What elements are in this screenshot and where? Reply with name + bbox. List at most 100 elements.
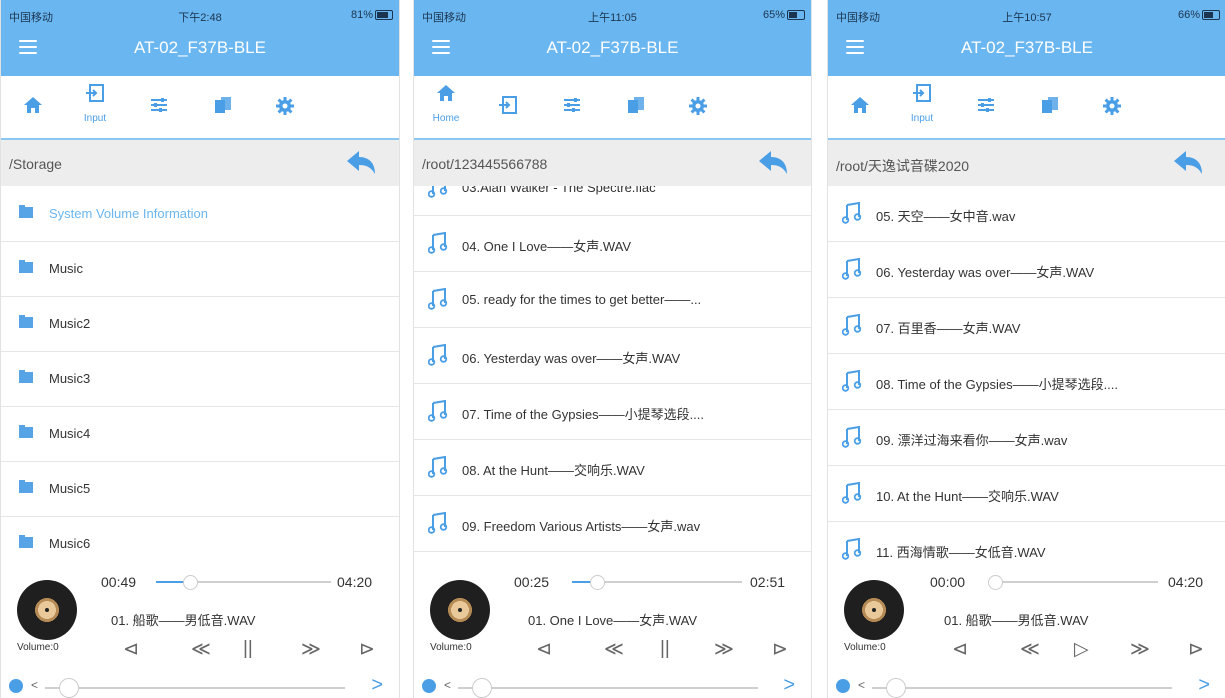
list-item[interactable]: 11. 西海情歌——女低音.WAV [828,522,1225,564]
progress-slider[interactable] [572,575,742,590]
current-path: /Storage [9,156,62,172]
music-note-icon [427,343,448,371]
tab-files[interactable] [1020,76,1080,138]
progress-knob[interactable] [183,575,198,590]
next-track-button[interactable]: ⊳ [772,638,788,661]
tab-equalizer[interactable] [542,76,602,138]
list-item[interactable]: 07. Time of the Gypsies——小提琴选段.... [414,384,811,440]
volume-knob[interactable] [472,678,492,698]
speaker-icon[interactable] [836,679,850,693]
speaker-icon[interactable] [9,679,23,693]
list-item-label: Music4 [49,426,91,441]
list-item[interactable]: 05. ready for the times to get better——.… [414,272,811,328]
total-time: 04:20 [337,574,373,590]
tab-home[interactable]: Home [416,76,476,138]
tab-files[interactable] [606,76,666,138]
list-item[interactable]: 09. 漂洋过海来看你——女声.wav [828,410,1225,466]
vinyl-disc-icon [844,580,904,640]
list-item[interactable]: Music6 [1,516,399,564]
list-item[interactable]: Music5 [1,461,399,517]
rewind-button[interactable]: ≪ [604,638,624,661]
volume-down-icon[interactable]: < [444,678,451,692]
tab-input[interactable]: Input [892,76,952,138]
tab-home[interactable] [3,76,63,138]
tab-equalizer[interactable] [956,76,1016,138]
progress-slider[interactable] [156,575,331,590]
current-path: /root/123445566788 [422,156,548,172]
volume-bar: < > [828,674,1225,698]
tab-input[interactable] [478,76,538,138]
current-time: 00:49 [101,574,137,590]
volume-knob[interactable] [59,678,79,698]
volume-up-icon[interactable]: > [1198,674,1210,697]
tab-gear[interactable] [255,76,315,138]
app-header: 中国移动 上午11:05 65% AT-02_F37B-BLE [414,0,811,76]
list-item[interactable]: Music3 [1,351,399,407]
volume-down-icon[interactable]: < [858,678,865,692]
list-item-label: 09. Freedom Various Artists——女声.wav [462,519,701,534]
tab-files[interactable] [193,76,253,138]
list-item[interactable]: 05. 天空——女中音.wav [828,186,1225,242]
back-arrow-icon[interactable] [757,150,789,181]
app-title: AT-02_F37B-BLE [961,38,1093,57]
play-button[interactable]: ▷ [1074,638,1089,661]
tab-gear[interactable] [668,76,728,138]
now-playing-title: 01. 船歌——男低音.WAV [944,613,1089,628]
list-item[interactable]: 04. One I Love——女声.WAV [414,216,811,272]
list-item[interactable]: Music2 [1,296,399,352]
list-item[interactable]: 08. Time of the Gypsies——小提琴选段.... [828,354,1225,410]
volume-up-icon[interactable]: > [371,674,383,697]
fast-forward-button[interactable]: ≫ [301,638,321,661]
next-track-button[interactable]: ⊳ [359,638,375,661]
progress-slider[interactable] [988,575,1158,590]
battery-icon [375,10,393,20]
list-item[interactable]: Music [1,241,399,297]
next-track-button[interactable]: ⊳ [1188,638,1204,661]
prev-track-button[interactable]: ⊲ [952,638,968,661]
volume-up-icon[interactable]: > [783,674,795,697]
list-item[interactable]: 07. 百里香——女声.WAV [828,298,1225,354]
music-note-icon [841,201,862,229]
progress-knob[interactable] [988,575,1003,590]
music-note-icon [427,287,448,315]
rewind-button[interactable]: ≪ [1020,638,1040,661]
volume-knob[interactable] [886,678,906,698]
music-player: Volume:0 00:49 04:20 01. 船歌——男低音.WAV ⊲ ≪… [1,564,399,698]
volume-slider[interactable] [458,687,758,689]
list-item[interactable]: Music4 [1,406,399,462]
list-item[interactable]: 10. At the Hunt——交响乐.WAV [828,466,1225,522]
path-bar: /Storage [1,140,399,186]
list-item-label: Music [49,261,83,276]
music-note-icon [427,455,448,483]
tab-equalizer[interactable] [129,76,189,138]
vinyl-disc-icon [430,580,490,640]
folder-icon [19,205,33,218]
folder-icon [19,480,33,493]
tab-home[interactable] [830,76,890,138]
list-item[interactable]: 06. Yesterday was over——女声.WAV [828,242,1225,298]
volume-slider[interactable] [45,687,345,689]
list-item[interactable]: 03.Alan Walker - The Spectre.flac [414,186,811,216]
list-item[interactable]: 09. Freedom Various Artists——女声.wav [414,496,811,552]
list-item-label: 04. One I Love——女声.WAV [462,239,632,254]
speaker-icon[interactable] [422,679,436,693]
pause-button[interactable]: || [243,638,253,660]
list-item[interactable]: System Volume Information [1,186,399,242]
fast-forward-button[interactable]: ≫ [714,638,734,661]
volume-slider[interactable] [872,687,1172,689]
back-arrow-icon[interactable] [345,150,377,181]
music-player: Volume:0 00:25 02:51 01. One I Love——女声.… [414,564,811,698]
rewind-button[interactable]: ≪ [191,638,211,661]
tab-input[interactable]: Input [65,76,125,138]
progress-knob[interactable] [590,575,605,590]
fast-forward-button[interactable]: ≫ [1130,638,1150,661]
pause-button[interactable]: || [660,638,670,660]
tab-gear[interactable] [1082,76,1142,138]
prev-track-button[interactable]: ⊲ [536,638,552,661]
back-arrow-icon[interactable] [1172,150,1204,181]
status-bar: 中国移动 上午11:05 65% [414,0,811,26]
list-item[interactable]: 08. At the Hunt——交响乐.WAV [414,440,811,496]
list-item[interactable]: 06. Yesterday was over——女声.WAV [414,328,811,384]
volume-down-icon[interactable]: < [31,678,38,692]
prev-track-button[interactable]: ⊲ [123,638,139,661]
